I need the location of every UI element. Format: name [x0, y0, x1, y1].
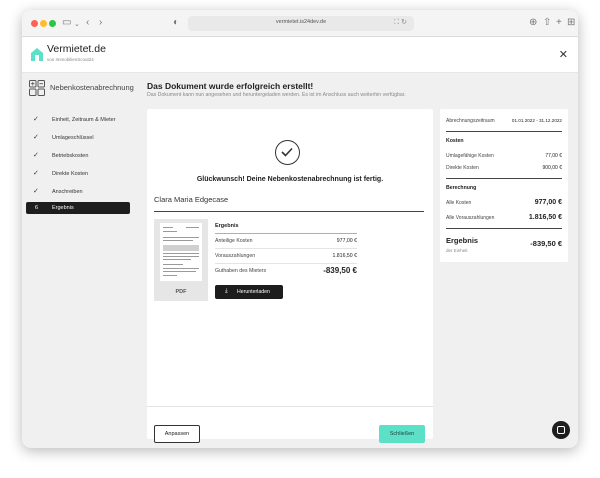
step-umlageschluessel[interactable]: ✓ Umlageschlüssel [26, 132, 130, 144]
result-row-anteilige-kosten: Anteilige Kosten 977,00 € [215, 234, 357, 249]
extensions-icon[interactable]: ⛶ ↻ [394, 18, 407, 27]
close-button[interactable]: Schließen [379, 425, 425, 443]
chevron-down-icon[interactable]: ⌄ [74, 18, 80, 32]
card-footer-divider [147, 406, 433, 407]
summary-ergebnis-label: Ergebnis [446, 236, 479, 245]
step-number: 6 [35, 205, 39, 211]
divider [446, 228, 562, 229]
berechnung-heading: Berechnung [446, 185, 477, 191]
section-title: Nebenkostenabrechnung [50, 83, 134, 92]
alle-kosten-label: Alle Kosten [446, 200, 472, 206]
download-label: Herunterladen [237, 289, 270, 295]
step-label: Direkte Kosten [52, 171, 89, 177]
shield-icon[interactable]: ◐ [173, 16, 179, 30]
step-label: Umlageschlüssel [52, 135, 94, 141]
address-bar[interactable]: vermietet.is24dev.de ⛶ ↻ [188, 16, 414, 31]
step-ergebnis[interactable]: 6 Ergebnis [26, 202, 130, 214]
page-subtitle: Das Dokument kann nun angesehen und heru… [147, 92, 406, 98]
page-title: Das Dokument wurde erfolgreich erstellt! [147, 81, 314, 91]
check-icon: ✓ [33, 170, 39, 177]
row-label: Anteilige Kosten [215, 238, 253, 244]
close-window-button[interactable] [31, 20, 38, 27]
url-text: vermietet.is24dev.de [275, 19, 327, 25]
browser-toolbar: ▭ ⌄ ‹ › ◐ vermietet.is24dev.de ⛶ ↻ ⊕ ⇧ +… [22, 10, 578, 37]
step-label: Betriebskosten [52, 153, 89, 159]
result-title: Ergebnis [215, 223, 239, 229]
step-anschreiben[interactable]: ✓ Anschreiben [26, 186, 130, 198]
alle-vz-label: Alle Vorauszahlungen [446, 215, 495, 221]
divider [154, 211, 424, 212]
share-icon[interactable]: ⇧ [543, 16, 551, 30]
check-icon: ✓ [33, 152, 39, 159]
success-check-icon [275, 140, 300, 165]
direkt-value: 900,00 € [542, 165, 562, 171]
step-betriebskosten[interactable]: ✓ Betriebskosten [26, 150, 130, 162]
row-value: 977,00 € [336, 238, 357, 244]
download-icon: ⤓ [225, 288, 228, 294]
step-label: Ergebnis [52, 205, 74, 211]
row-value: -839,50 € [323, 266, 357, 275]
direkt-label: Direkte Kosten [446, 165, 479, 171]
check-icon: ✓ [33, 134, 39, 141]
congrats-message: Glückwunsch! Deine Nebenkostenabrechnung… [196, 176, 384, 183]
alle-kosten-value: 977,00 € [534, 199, 562, 206]
row-label: Vorauszahlungen [215, 253, 256, 259]
tenant-name: Clara Maria Edgecase [154, 195, 229, 204]
pdf-label: PDF [175, 289, 187, 295]
step-einheit-zeitraum-mieter[interactable]: ✓ Einheit, Zeitraum & Mieter [26, 114, 130, 126]
period-value: 01.01.2022 - 31.12.2022 [511, 118, 562, 123]
close-icon[interactable]: ✕ [559, 48, 568, 61]
chat-support-button[interactable] [552, 421, 570, 439]
tabs-overview-icon[interactable]: ⊞ [567, 16, 575, 30]
adjust-button[interactable]: Anpassen [154, 425, 200, 443]
summary-ergebnis-sub: der Einheit [446, 248, 468, 253]
umlage-label: Umlagefähige Kosten [446, 153, 494, 159]
step-direkte-kosten[interactable]: ✓ Direkte Kosten [26, 168, 130, 180]
alle-vz-value: 1.816,50 € [528, 214, 562, 221]
step-label: Anschreiben [52, 189, 83, 195]
check-icon: ✓ [33, 188, 39, 195]
kosten-heading: Kosten [446, 138, 464, 144]
app-header: Vermietet.de von ImmobilienScout24 ✕ [22, 37, 578, 73]
zoom-window-button[interactable] [49, 20, 56, 27]
vermietet-logo-icon [31, 48, 43, 61]
minimize-window-button[interactable] [40, 20, 47, 27]
calculator-icon [29, 80, 45, 96]
summary-card: Abrechnungszeitraum 01.01.2022 - 31.12.2… [440, 109, 568, 262]
result-row-guthaben: Guthaben des Mieters -839,50 € [215, 264, 357, 280]
brand-subtitle: von ImmobilienScout24 [47, 57, 94, 62]
brand-name: Vermietet.de [47, 43, 106, 55]
pdf-thumbnail [160, 223, 202, 281]
new-tab-icon[interactable]: + [556, 16, 562, 30]
sidebar-icon[interactable]: ▭ [62, 16, 71, 30]
back-icon[interactable]: ‹ [86, 16, 89, 30]
divider [446, 178, 562, 179]
download-icon[interactable]: ⊕ [529, 16, 537, 30]
download-button[interactable]: ⤓ Herunterladen [215, 285, 283, 299]
umlage-value: 77,00 € [545, 153, 562, 159]
browser-window: ▭ ⌄ ‹ › ◐ vermietet.is24dev.de ⛶ ↻ ⊕ ⇧ +… [22, 10, 578, 448]
result-row-vorauszahlungen: Vorauszahlungen 1.816,50 € [215, 249, 357, 264]
row-value: 1.816,50 € [332, 253, 357, 259]
divider [446, 131, 562, 132]
step-label: Einheit, Zeitraum & Mieter [52, 117, 116, 123]
chat-icon [557, 426, 565, 434]
summary-ergebnis-value: -839,50 € [530, 239, 562, 248]
period-label: Abrechnungszeitraum [446, 118, 495, 124]
check-icon: ✓ [33, 116, 39, 123]
row-label: Guthaben des Mieters [215, 268, 267, 274]
pdf-preview[interactable]: PDF [154, 219, 208, 301]
result-card: Glückwunsch! Deine Nebenkostenabrechnung… [147, 109, 433, 443]
forward-icon[interactable]: › [99, 16, 102, 30]
